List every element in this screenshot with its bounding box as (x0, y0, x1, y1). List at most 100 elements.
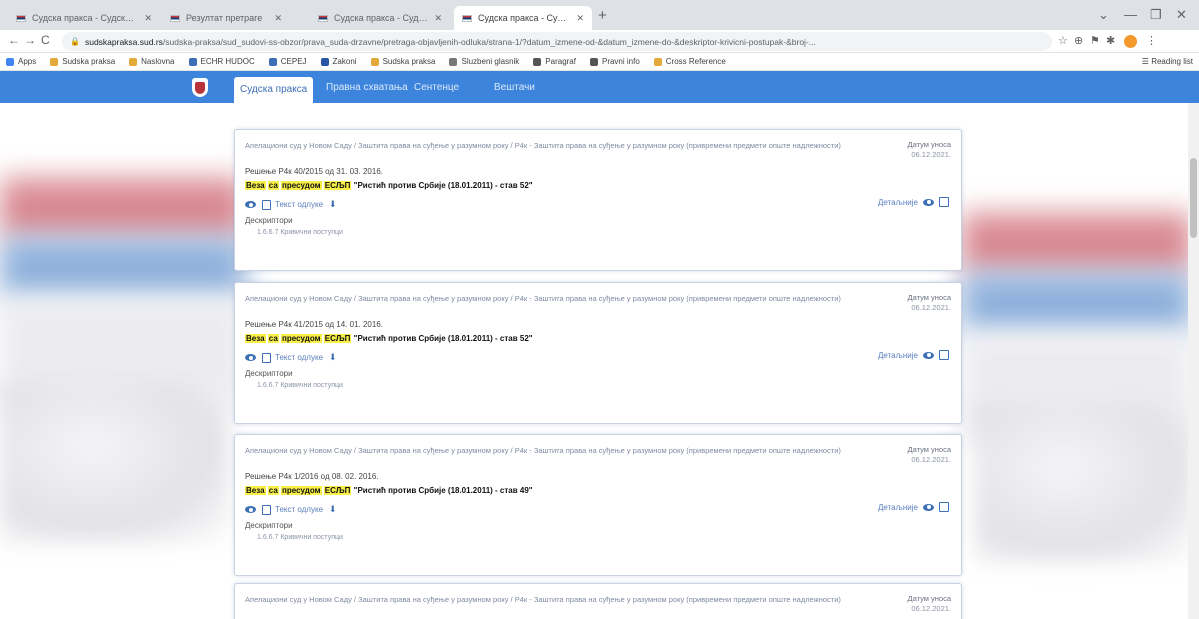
nav-tab-experts[interactable]: Вештачи (488, 75, 541, 101)
download-icon[interactable]: ⬇ (329, 199, 337, 210)
download-icon[interactable]: ⬇ (329, 504, 337, 515)
eye-icon[interactable] (245, 354, 256, 361)
close-icon[interactable]: ✕ (576, 13, 584, 24)
highlight-term: са (267, 486, 279, 495)
bookmark-item[interactable]: Zakoni (320, 57, 357, 66)
bookmark-item[interactable]: Naslovna (129, 57, 175, 66)
nav-tab-sentences[interactable]: Сентенце (408, 75, 465, 101)
court-path: Апелациони суд у Новом Саду / Заштита пр… (245, 294, 841, 303)
bookmark-item[interactable]: Cross Reference (653, 57, 726, 66)
highlight-term: са (267, 181, 279, 190)
highlight-term: Веза (245, 334, 266, 343)
folder-icon (653, 57, 662, 66)
court-path: Апелациони суд у Новом Саду / Заштита пр… (245, 446, 841, 455)
echr-link[interactable]: Веза са пресудом ЕСЉП "Ристић против Срб… (245, 334, 533, 343)
open-external-icon[interactable] (939, 350, 949, 360)
nav-tab-court-practice[interactable]: Судска пракса (234, 77, 314, 103)
bookmark-item[interactable]: Sudska praksa (50, 57, 115, 66)
bookmark-item[interactable]: Sudska praksa (370, 57, 436, 66)
browser-tab[interactable]: Судска пракса - Судска пракса ✕ (8, 6, 160, 30)
open-external-icon[interactable] (939, 197, 949, 207)
crest-shield-icon (195, 81, 205, 94)
address-bar[interactable]: 🔒 sudskapraksa.sud.rs /sudska-praksa/sud… (62, 32, 1052, 51)
eye-icon (923, 503, 934, 511)
browser-tab-strip: Судска пракса - Судска пракса ✕ Резултат… (0, 0, 1199, 30)
download-icon[interactable]: ⬇ (329, 352, 337, 363)
reading-list-button[interactable]: ☰ Reading list (1142, 57, 1193, 66)
extensions-puzzle-icon[interactable]: ✱ (1106, 34, 1115, 47)
url-path: /sudska-praksa/sud_sudovi-ss-obzor/prava… (162, 36, 816, 47)
browser-tab-active[interactable]: Судска пракса - Судска пракса ✕ (454, 6, 592, 30)
details-link[interactable]: Детаљније (878, 350, 949, 360)
descriptor-item[interactable]: 1.6.6.7 Кривични поступци (257, 534, 343, 541)
window-close-icon[interactable]: ✕ (1176, 7, 1187, 23)
browser-tab-title: Судска пракса - Судска пракса (334, 13, 428, 23)
tab-search-icon[interactable]: ⌄ (1098, 7, 1109, 23)
browser-tab[interactable]: Резултат претраге ✕ (162, 6, 290, 30)
extension-icon[interactable]: ⚑ (1090, 34, 1100, 47)
details-link[interactable]: Детаљније (878, 502, 949, 512)
folder-icon (370, 57, 379, 66)
menu-icon[interactable]: ⋮ (1146, 34, 1157, 47)
close-icon[interactable]: ✕ (274, 13, 282, 24)
document-icon[interactable] (262, 352, 271, 363)
globe-icon (268, 57, 277, 66)
document-icon[interactable] (262, 504, 271, 515)
url-host: sudskapraksa.sud.rs (84, 36, 163, 47)
maximize-icon[interactable]: ❐ (1150, 7, 1162, 23)
descriptor-item[interactable]: 1.6.6.7 Кривични поступци (257, 229, 343, 236)
decision-number: Решење Р4к 40/2015 од 31. 03. 2016. (245, 167, 383, 176)
bookmark-star-icon[interactable]: ☆ (1058, 34, 1068, 47)
bookmark-label: Cross Reference (665, 57, 726, 66)
scrollbar-thumb[interactable] (1190, 158, 1197, 238)
highlight-term: ЕСЉП (323, 486, 352, 495)
decision-text-link[interactable]: Текст одлуке (275, 200, 323, 209)
bookmark-item[interactable]: Paragraf (533, 57, 576, 66)
bookmark-item[interactable]: Sluzbeni glasnik (449, 57, 519, 66)
nav-tab-legal-opinions[interactable]: Правна схватања (320, 75, 414, 101)
echr-link[interactable]: Веза са пресудом ЕСЉП "Ристић против Срб… (245, 181, 533, 190)
browser-tab[interactable]: Судска пракса - Судска пракса ✕ (310, 6, 450, 30)
forward-icon[interactable]: → (24, 33, 36, 47)
browser-tab-title: Судска пракса - Судска пракса (32, 13, 138, 23)
entry-date: 06.12.2021. (911, 604, 951, 613)
open-external-icon[interactable] (939, 502, 949, 512)
bookmark-label: Sudska praksa (382, 57, 436, 66)
bookmark-label: Naslovna (141, 57, 175, 66)
flag-background-right (962, 213, 1192, 443)
echr-case-title: "Ристић против Србије (18.01.2011) - ста… (353, 486, 533, 495)
extension-icon[interactable]: ⊕ (1074, 34, 1083, 47)
echr-link[interactable]: Веза са пресудом ЕСЉП "Ристић против Срб… (245, 486, 533, 495)
highlight-term: пресудом (281, 181, 322, 190)
document-icon[interactable] (262, 199, 271, 210)
bookmark-item[interactable]: CEPEJ (268, 57, 307, 66)
eye-icon[interactable] (245, 506, 256, 513)
eye-icon (923, 198, 934, 206)
back-icon[interactable]: ← (8, 33, 20, 47)
serbian-flag-icon (318, 14, 328, 22)
bookmark-item[interactable]: Apps (6, 57, 36, 66)
reading-list-label: Reading list (1151, 57, 1193, 66)
eye-icon[interactable] (245, 201, 256, 208)
bookmark-item[interactable]: ECHR HUDOC (188, 57, 255, 66)
decision-text-link[interactable]: Текст одлуке (275, 505, 323, 514)
coat-of-arms-logo[interactable] (192, 78, 208, 97)
bookmark-item[interactable]: Pravni info (589, 57, 640, 66)
details-link[interactable]: Детаљније (878, 197, 949, 207)
minimize-icon[interactable]: — (1124, 7, 1137, 22)
close-icon[interactable]: ✕ (144, 13, 152, 24)
profile-avatar[interactable] (1124, 35, 1137, 48)
bookmark-label: Sudska praksa (62, 57, 116, 66)
reload-icon[interactable]: C (41, 33, 50, 47)
descriptor-item[interactable]: 1.6.6.7 Кривични поступци (257, 382, 343, 389)
card-actions: Текст одлуке ⬇ (245, 504, 337, 515)
decision-text-link[interactable]: Текст одлуке (275, 353, 323, 362)
result-card: Апелациони суд у Новом Саду / Заштита пр… (234, 583, 962, 619)
decision-number: Решење Р4к 41/2015 од 14. 01. 2016. (245, 320, 383, 329)
highlight-term: Веза (245, 181, 266, 190)
result-card: Апелациони суд у Новом Саду / Заштита пр… (234, 282, 962, 424)
page-scrollbar[interactable] (1188, 103, 1199, 619)
entry-date-label: Датум уноса (907, 445, 952, 454)
close-icon[interactable]: ✕ (434, 13, 442, 24)
new-tab-icon[interactable]: + (598, 7, 607, 24)
